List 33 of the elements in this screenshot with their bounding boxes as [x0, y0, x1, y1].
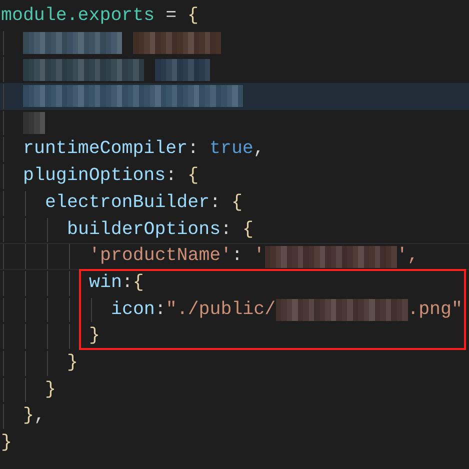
code-text: ' [254, 245, 265, 268]
code-text: } [23, 405, 34, 428]
code-text: { [232, 192, 242, 215]
code-text: { [242, 218, 254, 242]
code-text: = [164, 5, 178, 28]
code-text: : [154, 298, 166, 322]
code-text: : [210, 192, 222, 215]
code-text: : [188, 138, 200, 162]
code-text: module.exports [1, 5, 155, 28]
code-text: { [132, 272, 144, 295]
code-text: : [220, 218, 233, 242]
code-text: { [188, 5, 198, 28]
code-text: : [122, 272, 133, 295]
code-text: : [166, 165, 178, 188]
code-text: { [188, 165, 199, 188]
code-text: "./public/ [166, 298, 276, 322]
code-text: runtimeCompiler [23, 138, 188, 162]
code-text: , [34, 405, 45, 428]
code-text: pluginOptions [23, 165, 166, 188]
code-text: } [89, 325, 100, 348]
code-text: 'productName' [89, 245, 232, 268]
code-text: } [67, 352, 78, 375]
code-text: electronBuilder [45, 192, 210, 215]
code-text: icon [111, 298, 155, 322]
code-text: } [1, 432, 12, 455]
code-text: builderOptions [67, 218, 221, 242]
code-text: ', [396, 245, 419, 268]
code-text: true [210, 138, 254, 162]
code-text: win [89, 272, 122, 295]
code-text: .png" [408, 298, 462, 322]
code-text: : [232, 245, 244, 268]
code-text: } [45, 378, 56, 402]
code-text: , [253, 138, 264, 162]
